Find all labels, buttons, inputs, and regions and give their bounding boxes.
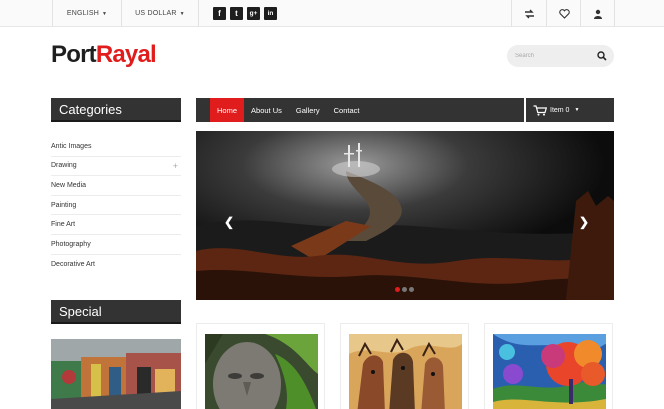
slider-pagination	[395, 287, 414, 292]
nav-item-gallery[interactable]: Gallery	[289, 98, 327, 122]
product-image[interactable]	[493, 334, 606, 409]
compare-icon[interactable]	[512, 0, 546, 27]
category-label: Decorative Art	[51, 260, 95, 268]
google-plus-icon[interactable]: g+	[247, 7, 260, 20]
search-input[interactable]	[515, 48, 595, 64]
category-item[interactable]: Fine Art	[51, 215, 181, 235]
slider-dot[interactable]	[402, 287, 407, 292]
logo-text-port: Port	[51, 41, 97, 68]
logo-text-rayal: Rayal	[95, 41, 157, 68]
categories-title: Categories	[59, 101, 122, 117]
cart-label: Item 0	[550, 106, 570, 114]
category-item[interactable]: Photography	[51, 235, 181, 255]
twitter-icon[interactable]: t	[230, 7, 243, 20]
category-label: Antic Images	[51, 142, 92, 150]
category-label: Drawing	[51, 162, 77, 170]
hero-slide-image	[196, 131, 614, 300]
category-item[interactable]: New Media	[51, 176, 181, 196]
language-label: ENGLISH	[66, 10, 99, 17]
category-label: Painting	[51, 201, 77, 209]
cart-icon	[533, 104, 547, 116]
chevron-down-icon: ▼	[101, 10, 108, 17]
nav-label: Contact	[333, 105, 360, 115]
prev-slide-arrow-icon[interactable]: ❮	[224, 215, 234, 229]
product-image[interactable]	[349, 334, 462, 409]
next-slide-arrow-icon[interactable]: ❯	[579, 215, 589, 229]
slider-dot[interactable]	[409, 287, 414, 292]
slider-dot[interactable]	[395, 287, 400, 292]
main-nav: Home About Us Gallery Contact	[210, 98, 524, 122]
product-card[interactable]	[484, 323, 613, 409]
product-card[interactable]	[340, 323, 469, 409]
language-selector[interactable]: ENGLISH ▼	[53, 0, 121, 27]
categories-heading: Categories	[51, 98, 181, 122]
category-list: Antic Images Drawing + New Media Painting…	[51, 137, 181, 274]
heart-icon[interactable]	[547, 0, 581, 27]
product-card[interactable]	[196, 323, 325, 409]
divider	[198, 0, 199, 27]
nav-label: Home	[217, 105, 238, 115]
currency-selector[interactable]: US DOLLAR ▼	[122, 0, 198, 27]
search-box	[507, 45, 614, 67]
chevron-down-icon: ▼	[574, 107, 580, 113]
category-item[interactable]: Antic Images	[51, 137, 181, 157]
category-item[interactable]: Decorative Art	[51, 255, 181, 275]
divider	[614, 0, 615, 27]
top-bar: ENGLISH ▼ US DOLLAR ▼ f t g+ in	[0, 0, 664, 27]
nav-item-home[interactable]: Home	[210, 98, 245, 122]
nav-label: About Us	[251, 105, 282, 115]
category-label: Fine Art	[51, 221, 76, 229]
category-item[interactable]: Drawing +	[51, 157, 181, 177]
user-icon[interactable]	[581, 0, 615, 27]
category-label: New Media	[51, 181, 87, 189]
currency-label: US DOLLAR	[135, 10, 177, 17]
expand-plus-icon[interactable]: +	[173, 161, 178, 171]
special-heading: Special	[51, 300, 181, 324]
nav-bar-left-edge	[196, 98, 210, 122]
facebook-icon[interactable]: f	[213, 7, 226, 20]
linkedin-icon[interactable]: in	[264, 7, 277, 20]
chevron-down-icon: ▼	[179, 10, 185, 17]
nav-item-contact[interactable]: Contact	[327, 98, 367, 122]
product-image[interactable]	[205, 334, 318, 409]
special-product-image[interactable]	[51, 339, 181, 409]
nav-label: Gallery	[295, 105, 320, 115]
nav-item-about-us[interactable]: About Us	[244, 98, 289, 122]
hero-slider: ❮ ❯	[196, 131, 614, 300]
category-label: Photography	[51, 240, 91, 248]
special-title: Special	[59, 303, 102, 319]
site-logo[interactable]: PortRayal	[51, 40, 157, 70]
category-item[interactable]: Painting	[51, 196, 181, 216]
cart-button[interactable]: Item 0 ▼	[526, 98, 614, 122]
search-icon[interactable]	[597, 51, 607, 61]
